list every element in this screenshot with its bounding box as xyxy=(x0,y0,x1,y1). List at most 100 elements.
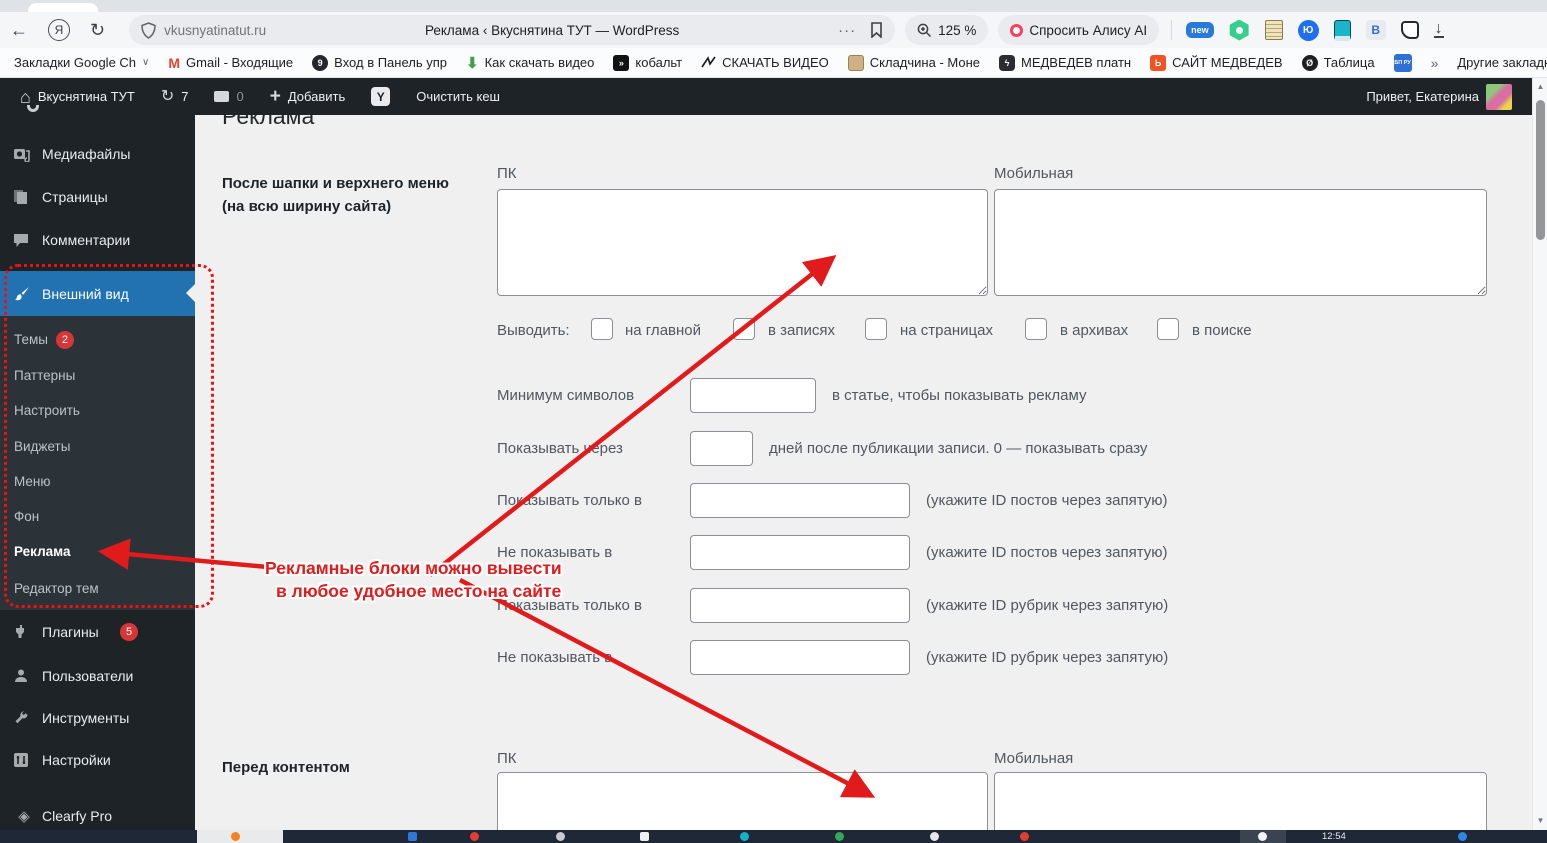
taskbar-icon[interactable] xyxy=(640,832,649,841)
bookmark-download-video[interactable]: ⬇ Как скачать видео xyxy=(466,54,594,72)
blue-circle-extension-icon[interactable]: Ю xyxy=(1297,19,1319,41)
sidebar-item-users[interactable]: Пользователи xyxy=(0,659,195,693)
sidebar-item-appearance[interactable]: Внешний вид xyxy=(0,271,195,316)
main-content: Реклама После шапки и верхнего меню (на … xyxy=(195,115,1532,830)
bookmark-icon[interactable] xyxy=(870,22,883,38)
checkbox-posts[interactable] xyxy=(733,318,755,340)
scroll-down-icon[interactable]: ▼ xyxy=(1533,816,1547,825)
hide-in-cats-label: Не показывать в xyxy=(497,649,613,666)
downloads-icon[interactable]: ↓ xyxy=(1433,21,1444,38)
active-tab[interactable] xyxy=(28,3,98,12)
toolbar-divider xyxy=(1171,20,1173,40)
after-header-pc-textarea[interactable] xyxy=(497,189,988,296)
before-content-mobile-textarea[interactable] xyxy=(994,772,1487,830)
submenu-item-widgets[interactable]: Виджеты xyxy=(0,429,195,465)
scroll-up-icon[interactable]: ▲ xyxy=(1533,82,1547,91)
taskbar-clock: 12:54 xyxy=(1322,831,1346,842)
checkbox-archives[interactable] xyxy=(1025,318,1047,340)
bookmark-cobalt[interactable]: » кобальт xyxy=(613,54,682,71)
bookmark-grid-app[interactable]: БП РУ xyxy=(1393,53,1412,72)
taskbar-icon[interactable] xyxy=(470,832,479,841)
yandex-browser-icon[interactable]: Я xyxy=(48,19,70,41)
add-new-menu[interactable]: + Добавить xyxy=(262,78,354,115)
submenu-item-patterns[interactable]: Паттерны xyxy=(0,358,195,394)
checkbox-pages-label: на страницах xyxy=(900,322,993,339)
yoast-menu[interactable]: Y xyxy=(363,78,398,115)
bookmark-table[interactable]: Ø Таблица xyxy=(1301,54,1375,71)
taskbar-icon[interactable] xyxy=(1458,832,1467,841)
submenu-item-customize[interactable]: Настроить xyxy=(0,393,195,429)
notebook-extension-icon[interactable] xyxy=(1333,19,1351,41)
sidebar-item-media[interactable]: Медиафайлы xyxy=(0,137,195,171)
display-label: Выводить: xyxy=(497,322,570,339)
appearance-brush-icon xyxy=(13,286,35,302)
taskbar-icon[interactable] xyxy=(835,832,844,841)
pages-icon xyxy=(13,189,35,205)
ask-alice-button[interactable]: Спросить Алису AI xyxy=(998,15,1160,45)
taskbar-icon[interactable] xyxy=(740,832,749,841)
taskbar-icon[interactable] xyxy=(556,832,565,841)
refresh-icon[interactable]: ↻ xyxy=(80,21,115,39)
zoom-control[interactable]: 125 % xyxy=(905,15,989,45)
hexagon-key-extension-icon[interactable] xyxy=(1229,19,1249,41)
bookmarks-bar: Закладки Google Ch ∨ M Gmail - Входящие 9В… xyxy=(0,48,1547,78)
after-header-mobile-textarea[interactable] xyxy=(994,189,1487,296)
wp-sidebar: Медиафайлы Страницы Комментарии Внешний … xyxy=(0,105,195,833)
plus-icon: + xyxy=(269,86,281,107)
bookmark-panel-login[interactable]: 9 Вход в Панель упр xyxy=(312,54,447,71)
scrollbar-thumb[interactable] xyxy=(1536,100,1545,240)
url-text: vkusnyatinatut.ru xyxy=(164,22,267,38)
submenu-item-menus[interactable]: Меню xyxy=(0,464,195,500)
checkbox-search[interactable] xyxy=(1157,318,1179,340)
settings-sliders-icon xyxy=(13,752,35,768)
checkbox-pages[interactable] xyxy=(865,318,887,340)
sidebar-item-settings[interactable]: Настройки xyxy=(0,743,195,777)
comments-menu[interactable]: 0 xyxy=(206,78,251,115)
submenu-item-background[interactable]: Фон xyxy=(0,499,195,535)
taskbar-icon[interactable] xyxy=(231,832,240,841)
browser-scrollbar[interactable]: ▲ ▼ xyxy=(1532,78,1547,843)
submenu-item-theme-editor[interactable]: Редактор тем xyxy=(0,571,195,607)
mobile-label-2: Мобильная xyxy=(994,750,1074,767)
hide-in-cats-input[interactable] xyxy=(690,640,910,675)
show-only-cats-input[interactable] xyxy=(690,588,910,623)
new-extension-icon[interactable]: new xyxy=(1186,22,1214,38)
show-only-posts-input[interactable] xyxy=(690,483,910,518)
hide-in-posts-hint: (укажите ID постов через запятую) xyxy=(926,544,1168,561)
taskbar-icon[interactable] xyxy=(930,832,939,841)
taskbar-light-segment xyxy=(197,830,283,843)
other-bookmarks-button[interactable]: Другие закладки∨ xyxy=(1457,55,1547,70)
bookmark-skladchina[interactable]: Складчина - Моне xyxy=(847,54,980,71)
show-after-days-input[interactable] xyxy=(690,431,753,466)
outline-extension-icon[interactable] xyxy=(1400,21,1419,39)
checkbox-home[interactable] xyxy=(591,318,613,340)
taskbar-icon[interactable] xyxy=(1258,832,1267,841)
submenu-item-ads[interactable]: Реклама xyxy=(0,534,195,570)
account-menu[interactable]: Привет, Екатерина xyxy=(1358,78,1520,115)
bookmark-skachat-video[interactable]: СКАЧАТЬ ВИДЕО xyxy=(701,55,829,70)
clear-cache-button[interactable]: Очистить кеш xyxy=(408,78,508,115)
sidebar-item-plugins[interactable]: Плагины 5 xyxy=(0,615,195,649)
current-menu-caret xyxy=(186,284,195,302)
sidebar-item-clearfy-pro[interactable]: ◈ Clearfy Pro xyxy=(0,799,195,833)
min-chars-input[interactable] xyxy=(690,378,816,413)
bookmark-gmail[interactable]: M Gmail - Входящие xyxy=(168,55,293,71)
sidebar-item-tools[interactable]: Инструменты xyxy=(0,701,195,735)
magnifier-plus-icon xyxy=(917,23,932,37)
bookmark-folder-google[interactable]: Закладки Google Ch ∨ xyxy=(14,55,149,70)
b-extension-icon[interactable]: B xyxy=(1365,20,1386,40)
url-bar[interactable]: vkusnyatinatut.ru Реклама ‹ Вкуснятина Т… xyxy=(129,15,896,45)
hide-in-posts-input[interactable] xyxy=(690,535,910,570)
bookmark-medvedev-site[interactable]: Ь САЙТ МЕДВЕДЕВ xyxy=(1150,54,1283,71)
bookmark-medvedev-pay[interactable]: ϟ МЕДВЕДЕВ платн xyxy=(999,54,1131,71)
more-dots-icon[interactable]: ··· xyxy=(838,22,856,39)
sidebar-item-comments[interactable]: Комментарии xyxy=(0,223,195,257)
taskbar-icon[interactable] xyxy=(1020,832,1029,841)
taskbar-icon[interactable] xyxy=(408,832,417,841)
submenu-item-themes[interactable]: Темы 2 xyxy=(0,322,195,358)
before-content-pc-textarea[interactable] xyxy=(497,772,988,830)
back-icon[interactable]: ← xyxy=(0,21,38,39)
sidebar-item-pages[interactable]: Страницы xyxy=(0,180,195,214)
bookmarks-overflow-button[interactable]: » xyxy=(1431,55,1439,71)
notepad-extension-icon[interactable] xyxy=(1264,20,1283,40)
